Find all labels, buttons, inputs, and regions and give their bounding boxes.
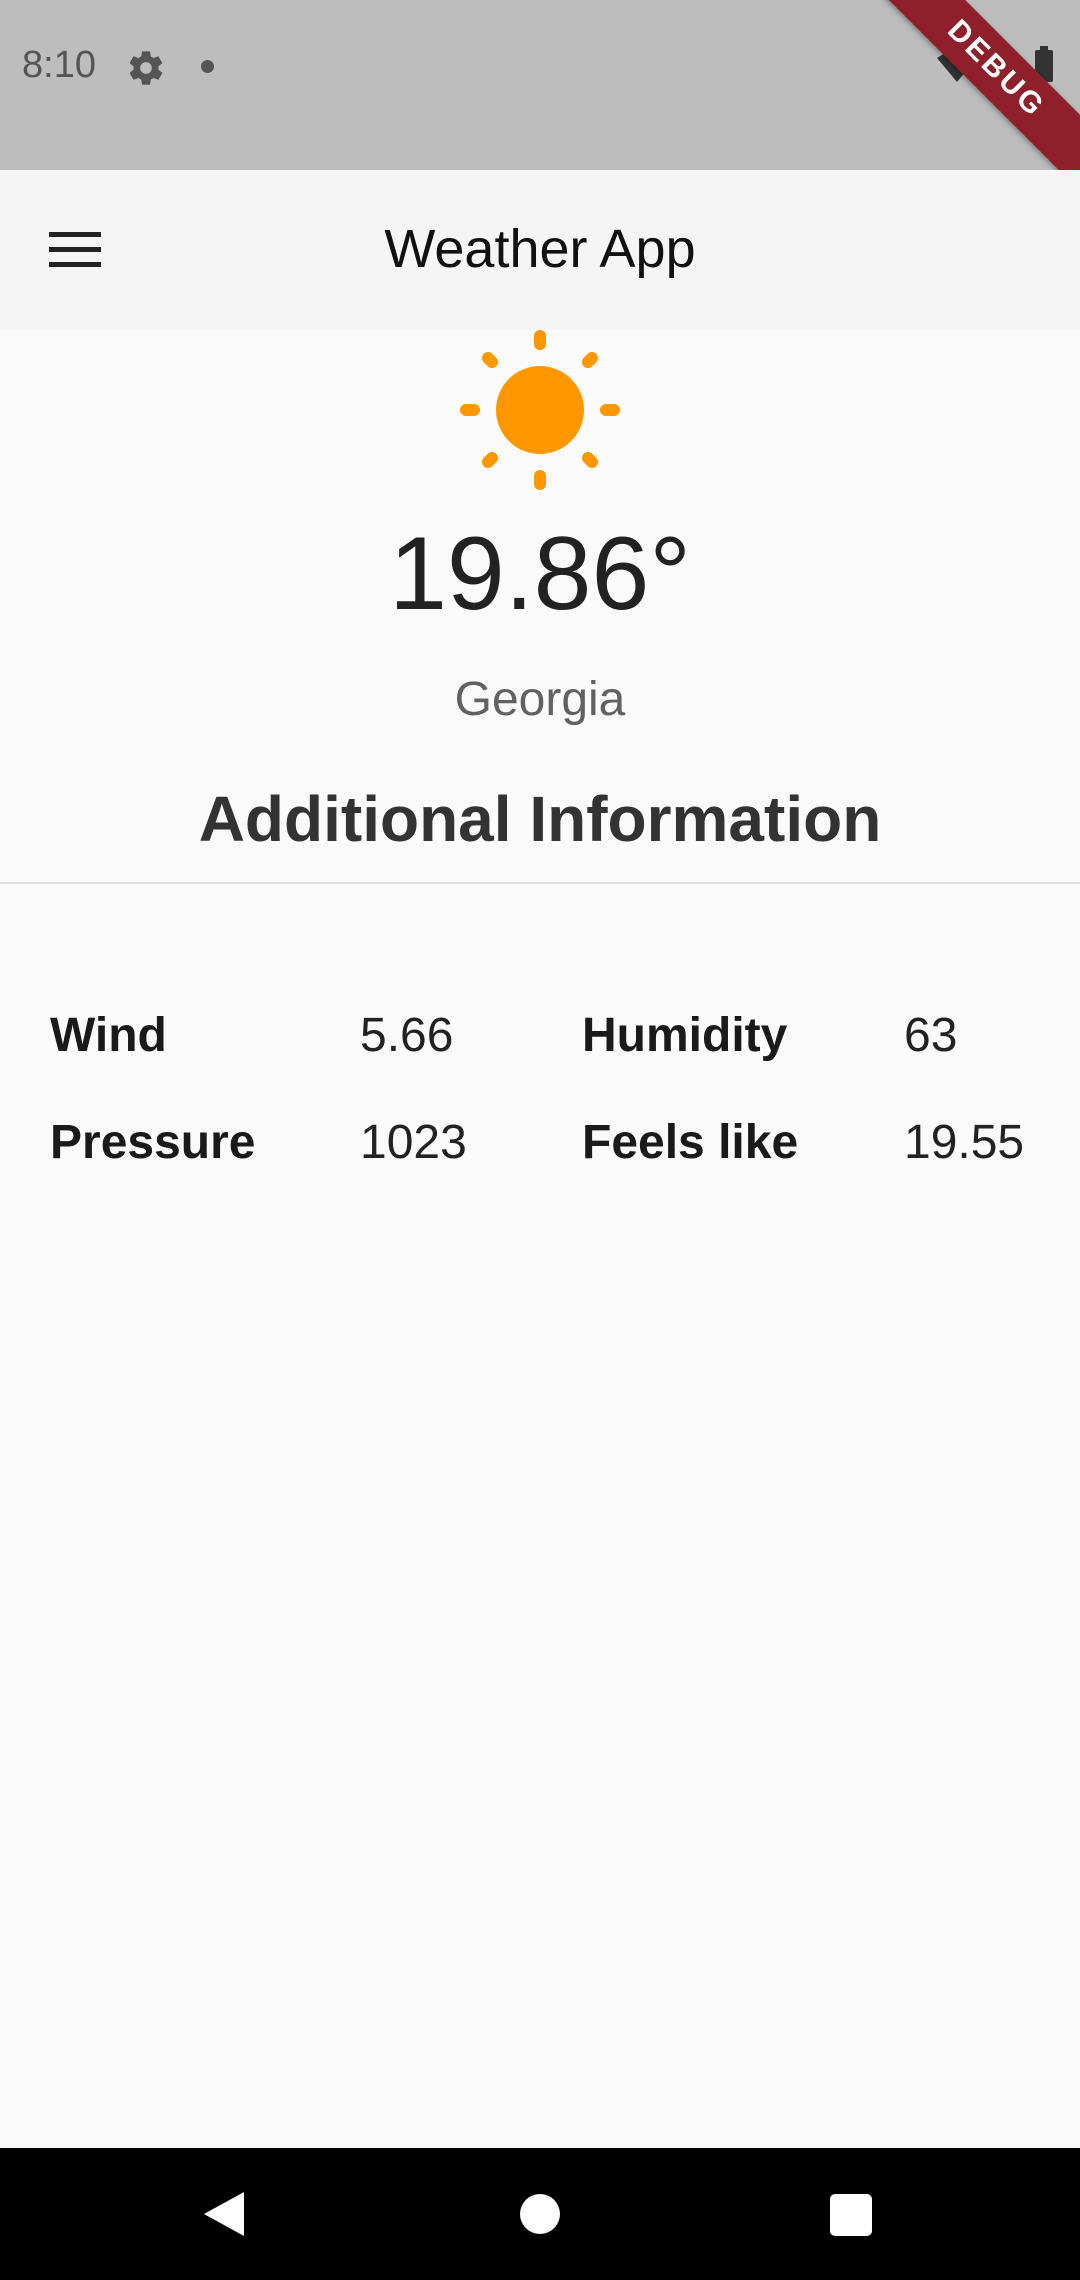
humidity-label: Humidity [582,1009,788,1062]
feels-like-label: Feels like [582,1116,799,1169]
pressure-label: Pressure [50,1116,256,1169]
info-row-pressure-feels-like: Pressure 1023 Feels like 19.55 [0,1115,1080,1175]
home-icon[interactable] [520,2194,560,2234]
sun-icon [460,330,620,490]
divider [0,882,1080,884]
system-nav-bar [0,2148,1080,2280]
gear-icon [129,51,163,85]
additional-info-title: Additional Information [198,783,882,855]
status-bar: 8:10 DEBUG [0,0,1080,170]
feels-like-value: 19.55 [904,1116,1025,1169]
info-row-wind-humidity: Wind 5.66 Humidity 63 [0,1008,1080,1068]
humidity-value: 63 [904,1009,958,1062]
debug-banner: DEBUG [870,0,1080,170]
back-icon[interactable] [196,2186,252,2242]
notification-dot-icon [201,60,214,73]
app-bar: Weather App [0,170,1080,330]
app-title: Weather App [384,219,696,279]
location-name: Georgia [454,673,626,726]
wind-value: 5.66 [360,1009,454,1062]
recents-icon[interactable] [830,2194,872,2236]
wind-label: Wind [50,1009,167,1062]
pressure-value: 1023 [360,1116,467,1169]
status-time: 8:10 [22,44,96,86]
temperature: 19.86° [389,516,691,632]
